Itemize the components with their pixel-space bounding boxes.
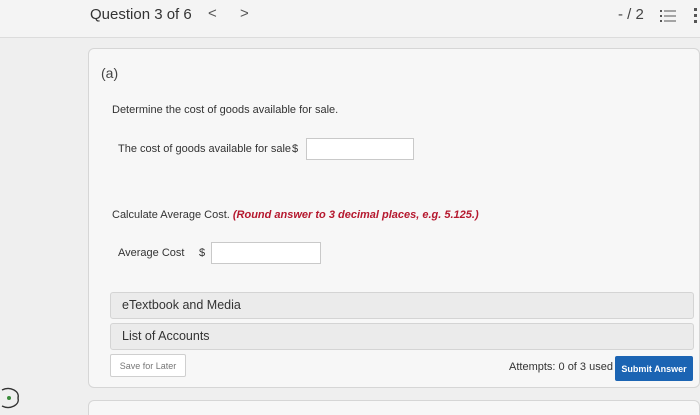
question-header: Question 3 of 6 < > - / 2	[0, 0, 700, 38]
save-for-later-button[interactable]: Save for Later	[110, 354, 186, 377]
list-icon[interactable]	[660, 9, 676, 23]
previous-question-icon[interactable]: <	[208, 5, 217, 22]
question-title: Question 3 of 6	[90, 6, 192, 23]
rounding-note: (Round answer to 3 decimal places, e.g. …	[232, 209, 479, 221]
more-options-icon[interactable]	[694, 8, 697, 24]
cost-of-goods-input[interactable]	[306, 138, 414, 160]
instruction-cost-of-goods: Determine the cost of goods available fo…	[112, 104, 339, 116]
average-cost-input[interactable]	[211, 242, 321, 264]
currency-symbol: $	[199, 247, 206, 259]
currency-symbol: $	[292, 143, 299, 155]
next-question-icon[interactable]: >	[240, 5, 249, 22]
attempts-counter: Attempts: 0 of 3 used	[509, 361, 613, 373]
next-section-card	[88, 400, 700, 415]
etextbook-and-media-link[interactable]: eTextbook and Media	[110, 292, 694, 319]
submit-answer-button[interactable]: Submit Answer	[615, 356, 693, 381]
points-display: - / 2	[618, 6, 644, 23]
instruction-average-cost: Calculate Average Cost. (Round answer to…	[112, 209, 479, 221]
cost-of-goods-label: The cost of goods available for sale	[118, 143, 292, 155]
list-of-accounts-link[interactable]: List of Accounts	[110, 323, 694, 350]
part-label: (a)	[101, 65, 119, 81]
app-status-icon[interactable]	[0, 385, 22, 411]
instruction-average-cost-text: Calculate Average Cost.	[112, 209, 230, 221]
question-card: (a) Determine the cost of goods availabl…	[88, 48, 700, 388]
average-cost-label: Average Cost	[118, 247, 185, 259]
